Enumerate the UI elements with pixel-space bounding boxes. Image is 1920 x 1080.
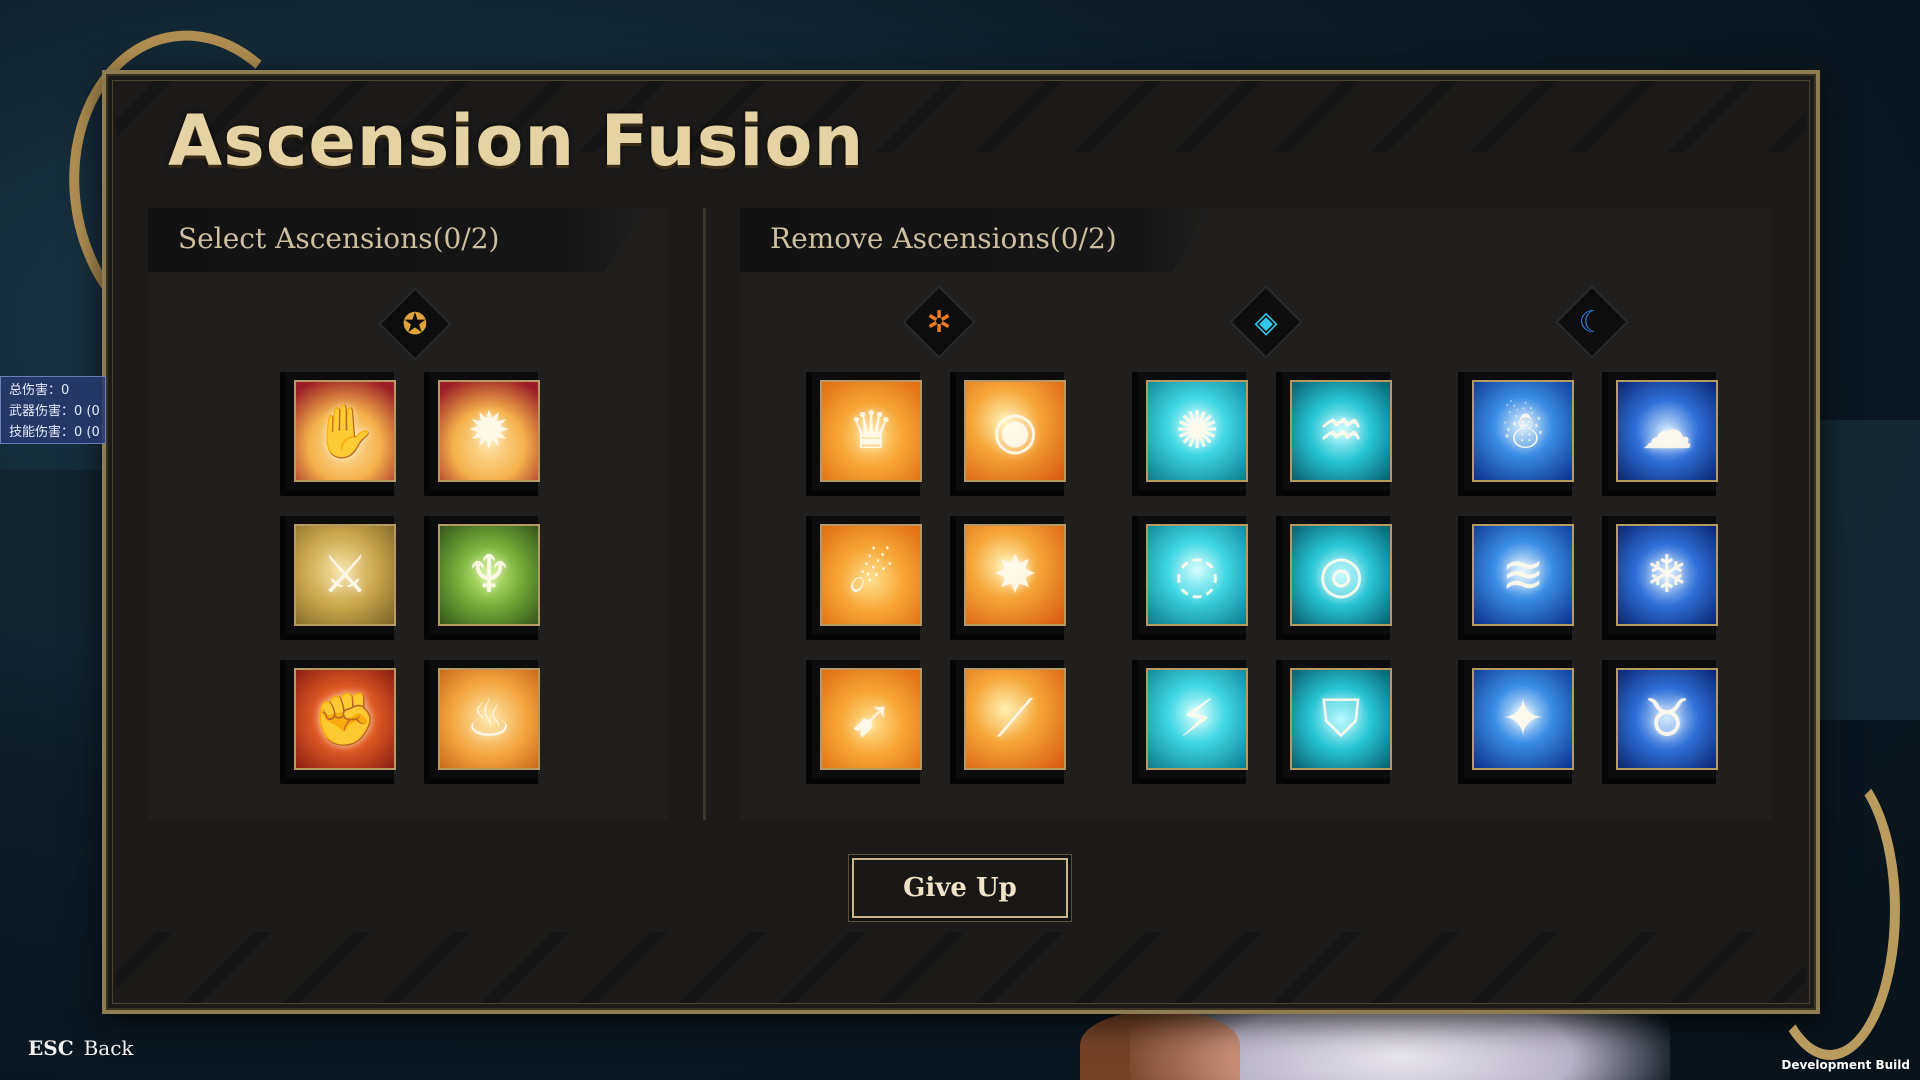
icon-glyph: ✹ [467, 401, 511, 461]
orb-burst-icon[interactable]: ✺ [1146, 380, 1248, 482]
ascension-slot[interactable]: ☃ [1458, 372, 1574, 496]
ascension-slot[interactable]: ⚡ [1132, 660, 1248, 784]
ascension-slot[interactable]: ✦ [1458, 660, 1574, 784]
flame-eye-icon[interactable]: ◉ [964, 380, 1066, 482]
ascension-slot[interactable]: ✹ [424, 372, 540, 496]
ascension-slot[interactable]: ♆ [424, 516, 540, 640]
weapon-damage-stat: 武器伤害：0 (0 [9, 404, 100, 419]
spinning-fist-icon[interactable]: ✊ [294, 668, 396, 770]
ascension-slot[interactable]: ✸ [950, 516, 1066, 640]
flame-scroll-icon[interactable]: ♨ [438, 668, 540, 770]
icon-glyph: ❄ [1645, 545, 1689, 605]
ascension-slot[interactable]: ◌ [1132, 516, 1248, 640]
icon-glyph: ⛉ [1321, 688, 1361, 749]
crystal-fist-icon[interactable]: ❄ [1616, 524, 1718, 626]
flame-crown-icon[interactable]: ♛ [820, 380, 922, 482]
section-header: Select Ascensions(0/2) [148, 208, 644, 272]
ascension-slot[interactable]: ⚔ [280, 516, 396, 640]
ascension-slot[interactable]: ☁ [1602, 372, 1718, 496]
total-damage-stat: 总伤害：0 [9, 383, 70, 398]
icon-glyph: ☄ [847, 545, 895, 605]
ascension-slot[interactable]: ◎ [1276, 516, 1392, 640]
whirlpool-orb-icon[interactable]: ◌ [1146, 524, 1248, 626]
ascension-slot[interactable]: ✺ [1132, 372, 1248, 496]
icon-glyph: ✋ [312, 401, 378, 462]
ascension-slot[interactable]: ≋ [1458, 516, 1574, 640]
debug-damage-stats: 总伤害：0 武器伤害：0 (0 技能伤害：0 (0 [0, 376, 106, 444]
split-fist-crimson-icon[interactable]: ✋ [294, 380, 396, 482]
icon-glyph: ◉ [992, 401, 1038, 461]
icon-glyph: ♛ [847, 401, 895, 461]
ascension-slot[interactable]: ◉ [950, 372, 1066, 496]
esc-back-hint[interactable]: ESC Back [28, 1036, 134, 1060]
icon-glyph: ♉ [1643, 689, 1691, 749]
icon-glyph: ≋ [1501, 545, 1545, 605]
lightning-dash-icon[interactable]: ⚡ [1146, 668, 1248, 770]
icon-glyph: ♆ [465, 545, 513, 605]
cloud-spirit-icon[interactable]: ☁ [1616, 380, 1718, 482]
ascension-slot[interactable]: ♒ [1276, 372, 1392, 496]
ascension-slot[interactable]: ⛉ [1276, 660, 1392, 784]
blade-strike-icon[interactable]: ⚔ [294, 524, 396, 626]
twin-horns-icon[interactable]: ♉ [1616, 668, 1718, 770]
icon-glyph: ◌ [1174, 545, 1220, 605]
rising-figure-icon[interactable]: ♆ [438, 524, 540, 626]
summoned-spirit-icon[interactable]: ☃ [1472, 380, 1574, 482]
ascension-slot[interactable]: ♛ [806, 372, 922, 496]
icon-glyph: ✺ [1175, 401, 1219, 461]
icon-glyph: ⚡ [1178, 689, 1216, 749]
ascension-slot[interactable]: ♨ [424, 660, 540, 784]
ascension-slot[interactable]: ❄ [1602, 516, 1718, 640]
back-label: Back [83, 1036, 134, 1060]
ascension-slot[interactable]: ☄ [806, 516, 922, 640]
ascension-slot[interactable]: ✋ [280, 372, 396, 496]
select-ascensions-title: Select Ascensions(0/2) [178, 222, 500, 255]
flame-burst-crimson-icon[interactable]: ✹ [438, 380, 540, 482]
storm-impact-icon[interactable]: ✦ [1472, 668, 1574, 770]
ascension-slot[interactable]: ✊ [280, 660, 396, 784]
icon-glyph: ✸ [993, 545, 1037, 605]
background-shelf [0, 470, 110, 630]
shock-wave-icon[interactable]: ≋ [1472, 524, 1574, 626]
ascension-slot[interactable]: ➹ [806, 660, 922, 784]
development-build-label: Development Build [1781, 1058, 1910, 1072]
icon-glyph: ♒ [1317, 401, 1365, 461]
icon-glyph: ☁ [1641, 401, 1693, 461]
icon-glyph: ◎ [1318, 545, 1364, 605]
crouching-figure-icon[interactable]: ☄ [820, 524, 922, 626]
flame-slash-icon[interactable]: ⟋ [964, 668, 1066, 770]
give-up-button[interactable]: Give Up [852, 858, 1068, 918]
page-title: Ascension Fusion [168, 100, 865, 182]
icon-glyph: ➹ [849, 689, 893, 749]
panel-border-pattern [116, 932, 1806, 1004]
golden-swirl-decoration [1760, 760, 1900, 1060]
section-header: Remove Ascensions(0/2) [740, 208, 1210, 272]
icon-glyph: ♨ [465, 689, 513, 749]
ascension-slot[interactable]: ♉ [1602, 660, 1718, 784]
ascension-slot[interactable]: ⟋ [950, 660, 1066, 784]
esc-key-label: ESC [28, 1036, 74, 1060]
section-divider [703, 208, 706, 820]
background-character-hand [1080, 1010, 1240, 1080]
water-surge-icon[interactable]: ♒ [1290, 380, 1392, 482]
water-shield-icon[interactable]: ⛉ [1290, 668, 1392, 770]
skill-damage-stat: 技能伤害：0 (0 [9, 425, 100, 440]
body-burst-icon[interactable]: ✸ [964, 524, 1066, 626]
icon-glyph: ⟋ [996, 688, 1034, 749]
icon-glyph: ✦ [1501, 689, 1545, 749]
icon-glyph: ☃ [1499, 401, 1547, 461]
remove-ascensions-title: Remove Ascensions(0/2) [770, 222, 1117, 255]
fire-dash-icon[interactable]: ➹ [820, 668, 922, 770]
vortex-icon[interactable]: ◎ [1290, 524, 1392, 626]
icon-glyph: ✊ [312, 689, 378, 750]
icon-glyph: ⚔ [321, 545, 369, 605]
